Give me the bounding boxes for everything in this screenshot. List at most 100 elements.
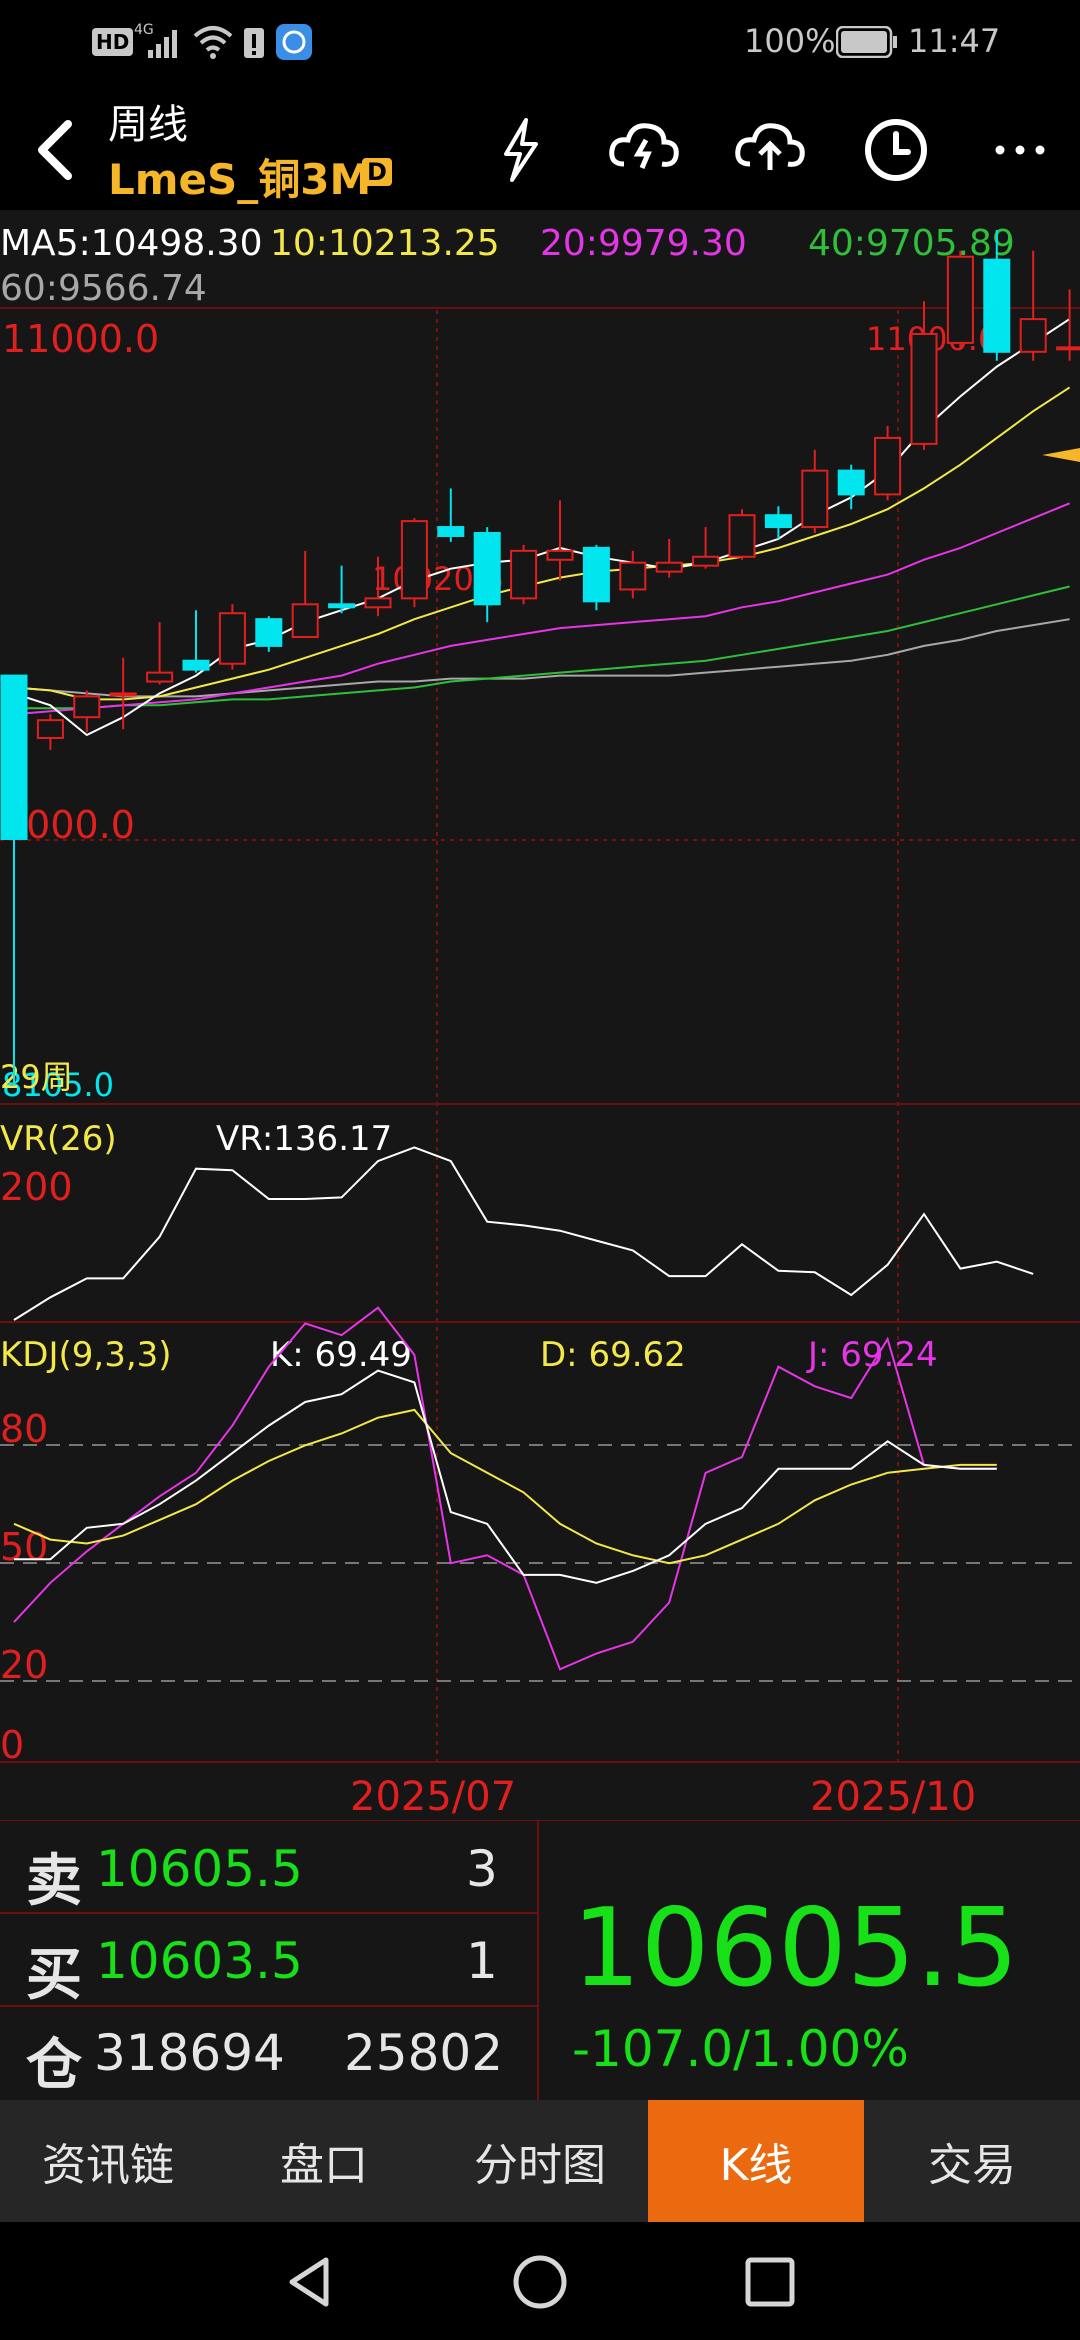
open-interest-value: 318694 [94,2024,285,2082]
clock: 11:47 [908,22,1001,60]
alert-icon [244,24,264,64]
candle-body [655,561,683,573]
kline-chart-area[interactable]: MA5:10498.30 10:10213.25 20:9979.30 40:9… [0,210,1080,1820]
candle-body [328,603,356,609]
candle-body [764,514,792,529]
period-label: 周线 [108,102,188,148]
system-nav-bar [0,2222,1080,2340]
candle-body [510,549,538,600]
battery-percent: 100% [744,22,836,60]
tab-news-chain[interactable]: 资讯链 [0,2100,216,2222]
clock-icon[interactable] [856,110,936,190]
daily-badge: D [362,158,392,186]
ma10-legend: 10:10213.25 [270,223,500,264]
week-count-label: 29周 [0,1058,73,1096]
kdj-d-line [13,1408,997,1565]
price-top-label: 11000.0 [2,317,159,361]
candle-body [910,332,938,445]
candle-body [946,255,974,344]
back-nav-icon[interactable] [280,2252,340,2316]
last-price: 10605.5 [572,1886,1019,2011]
signal-label: 4G [134,22,154,38]
buy-label: 买 [26,1943,82,2008]
sell-price: 10605.5 [96,1840,303,1898]
candle-body [728,514,756,558]
candle-body [837,469,865,496]
ma5-legend: MA5:10498.30 [0,223,263,264]
candle-body [255,618,283,647]
buy-price: 10603.5 [96,1932,303,1990]
candle-body [291,603,319,638]
kdj-title: KDJ(9,3,3) [0,1335,172,1375]
lightning-icon[interactable] [480,110,560,190]
vr-level-label: 200 [0,1165,73,1209]
bottom-tab-bar: 资讯链 盘口 分时图 K线 交易 [0,2100,1080,2222]
battery-icon [835,25,898,62]
app-header: 周线 LmeS_铜3M D [0,86,1080,210]
candle-body [546,549,574,561]
candle-body [619,561,647,591]
ma20-line [13,502,1070,716]
candle-body [692,555,720,567]
date-label-2025-07: 2025/07 [350,1774,516,1820]
candle-body [182,659,210,671]
kdj-50-label: 50 [0,1525,48,1569]
ma60-legend: 60:9566.74 [0,268,207,309]
cloud-download-icon[interactable] [604,110,684,190]
kline-chart[interactable]: MA5:10498.30 10:10213.25 20:9979.30 40:9… [0,210,1080,1820]
candle-body [109,692,137,697]
candle-body [1019,318,1047,353]
candle-body [801,469,829,529]
kdj-80-label: 80 [0,1407,48,1451]
tab-order-book[interactable]: 盘口 [216,2100,432,2222]
candlesticks [0,230,1080,1083]
candle-body [582,546,610,603]
kdj-j-value: J: 69.24 [806,1335,938,1375]
candle-body [1056,346,1080,351]
price-change: -107.0/1.00% [572,2020,909,2078]
candle-body [437,526,465,537]
vr-title: VR(26) [0,1119,117,1159]
tab-kline[interactable]: K线 [648,2100,864,2222]
candle-body [983,258,1011,353]
network-label: HD [92,28,134,56]
sell-label: 卖 [26,1849,82,1914]
date-label-2025-10: 2025/10 [810,1774,976,1820]
candle-body [146,671,174,683]
wifi-icon [192,22,234,64]
back-icon[interactable] [16,110,96,190]
ma20-legend: 20:9979.30 [540,223,747,264]
buy-qty: 1 [466,1932,498,1990]
candle-body [73,695,101,719]
vr-value: VR:136.17 [216,1119,392,1159]
more-icon[interactable] [980,110,1060,190]
tab-trade[interactable]: 交易 [864,2100,1080,2222]
vr-line [13,1146,1034,1321]
current-price-marker [1042,448,1080,462]
symbol-title[interactable]: LmeS_铜3M [108,146,371,207]
kdj-d-value: D: 69.62 [540,1335,686,1375]
candle-body [473,532,501,606]
app-notification-icon [276,24,312,64]
kdj-k-line [14,1369,997,1584]
kdj-0-label: 0 [0,1723,24,1767]
tab-intraday[interactable]: 分时图 [432,2100,648,2222]
ma40-legend: 40:9705.89 [808,223,1015,264]
quote-panel: 卖 10605.5 3 买 10603.5 1 仓 318694 25802 1… [0,1820,1080,2100]
kdj-20-label: 20 [0,1643,48,1687]
sell-qty: 3 [466,1840,498,1898]
open-interest-change: 25802 [344,2024,504,2082]
candle-body [0,674,28,840]
candle-body [218,612,246,665]
signal-icon: 4G [134,20,184,62]
status-bar: HD 4G 100% 11:47 [0,0,1080,86]
ma40-line [14,585,1070,710]
home-nav-icon[interactable] [510,2252,570,2316]
candle-body [364,597,392,609]
candle-body [400,520,428,600]
candle-body [874,436,902,496]
cloud-upload-icon[interactable] [730,110,810,190]
candle-body [36,719,64,739]
open-interest-label: 仓 [26,2033,82,2098]
recents-nav-icon[interactable] [740,2252,800,2316]
